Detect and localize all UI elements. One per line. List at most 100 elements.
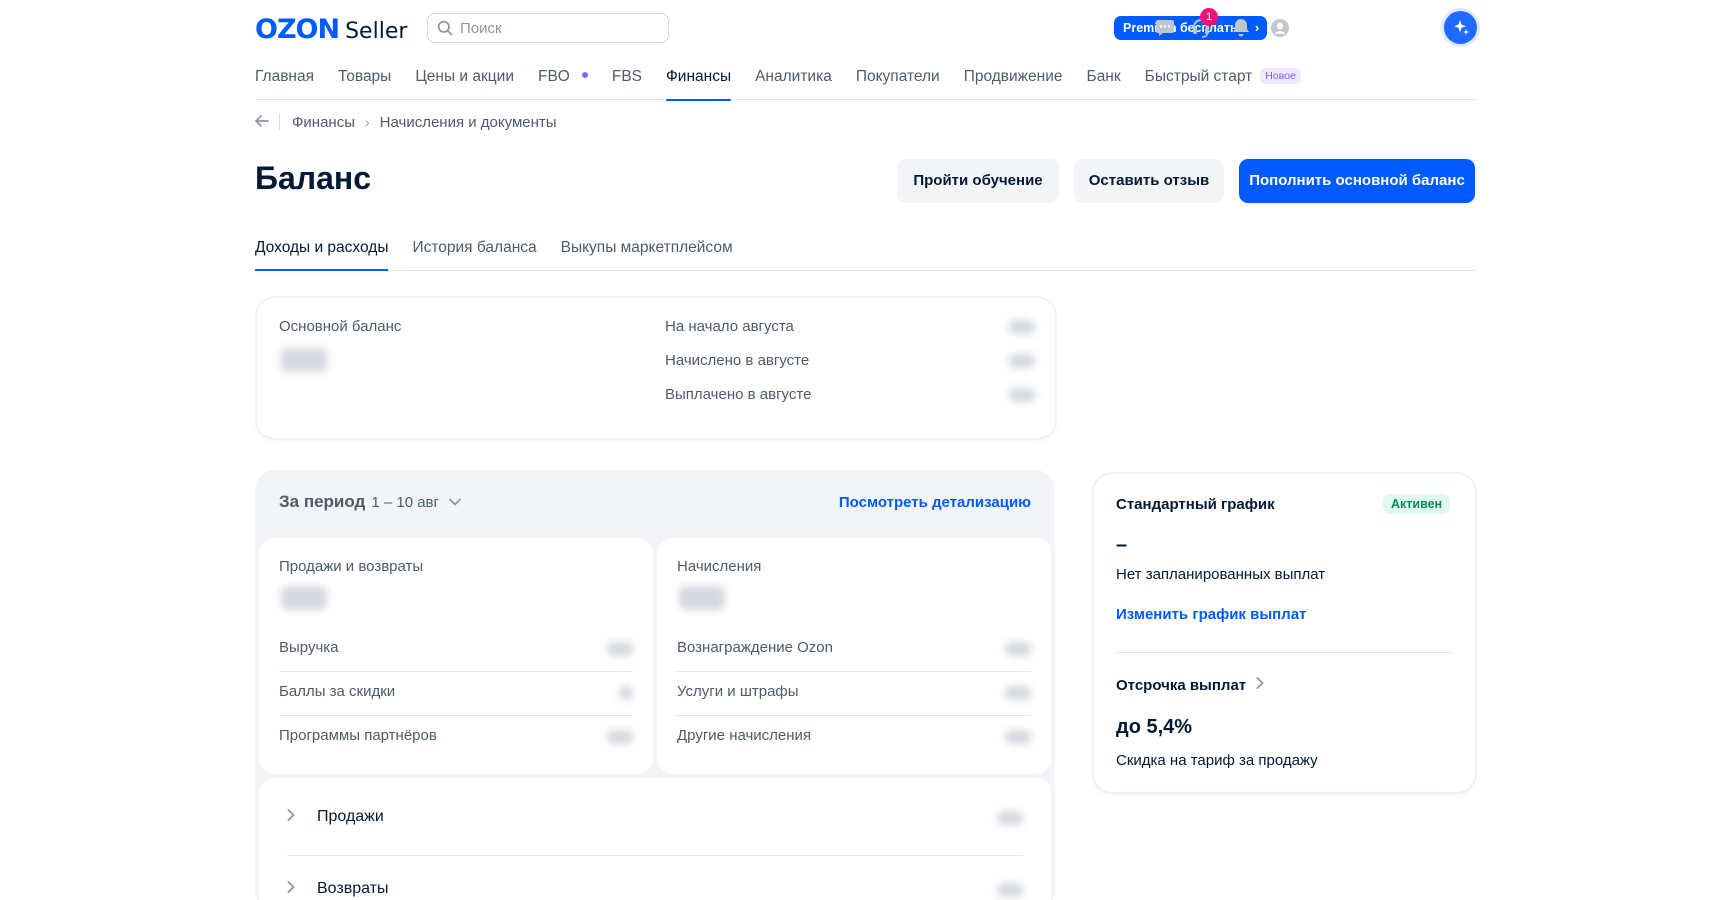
nav-item-bank[interactable]: Банк bbox=[1087, 56, 1121, 100]
profile-icon[interactable] bbox=[1268, 16, 1292, 40]
breadcrumb: Финансы › Начисления и документы bbox=[255, 112, 557, 132]
search-icon bbox=[436, 19, 454, 37]
learn-button[interactable]: Пройти обучение bbox=[897, 159, 1059, 203]
balance-paid-label: Выплачено в августе bbox=[665, 386, 812, 403]
ai-assistant-icon[interactable] bbox=[1444, 11, 1477, 44]
group-row-returns[interactable]: Возвраты bbox=[287, 856, 1023, 900]
nav-item-fbo[interactable]: FBO bbox=[538, 56, 588, 100]
sales-row-label: Программы партнёров bbox=[279, 727, 437, 744]
period-selector[interactable]: За период 1 – 10 авг bbox=[279, 492, 461, 512]
group-value-hidden bbox=[997, 811, 1023, 825]
view-details-link[interactable]: Посмотреть детализацию bbox=[839, 494, 1031, 511]
period-panel: За период 1 – 10 авг Посмотреть детализа… bbox=[255, 470, 1055, 900]
nav-label: Цены и акции bbox=[415, 68, 514, 85]
nav-label: Банк bbox=[1086, 68, 1121, 85]
new-badge: Новое bbox=[1260, 67, 1301, 84]
deferral-link[interactable]: Отсрочка выплат bbox=[1116, 676, 1264, 694]
period-label: За период bbox=[279, 492, 366, 511]
breadcrumb-accruals[interactable]: Начисления и документы bbox=[380, 114, 557, 131]
nav-item-quick-start[interactable]: Быстрый старт Новое bbox=[1145, 56, 1301, 100]
page-title: Баланс bbox=[255, 160, 372, 196]
group-label: Продажи bbox=[317, 808, 384, 825]
accruals-row-label: Другие начисления bbox=[677, 727, 812, 744]
nav-label: Товары bbox=[338, 68, 392, 85]
nav-item-prices[interactable]: Цены и акции bbox=[415, 56, 514, 100]
nav-item-customers[interactable]: Покупатели bbox=[856, 56, 940, 100]
nav-label: Финансы bbox=[666, 68, 732, 85]
sales-row-value-hidden bbox=[607, 730, 633, 744]
sales-row: Баллы за скидки bbox=[279, 672, 633, 716]
schedule-title: Стандартный график bbox=[1116, 496, 1275, 513]
balance-start-value-hidden bbox=[1009, 320, 1035, 334]
nav-item-fbs[interactable]: FBS bbox=[612, 56, 642, 100]
nav-label: FBO bbox=[537, 68, 570, 85]
balance-card: Основной баланс На начало августа Начисл… bbox=[257, 298, 1055, 438]
header: OZON Seller Premium бесплатно › 1 bbox=[255, 0, 1477, 56]
support-icon[interactable]: 1 bbox=[1189, 8, 1218, 40]
deferral-title: Отсрочка выплат bbox=[1116, 676, 1247, 694]
schedule-dash: – bbox=[1116, 534, 1128, 556]
feedback-button[interactable]: Оставить отзыв bbox=[1074, 159, 1224, 203]
page: OZON Seller Premium бесплатно › 1 bbox=[255, 0, 1477, 900]
ozon-seller-logo[interactable]: OZON Seller bbox=[255, 14, 407, 45]
no-payments-text: Нет запланированных выплат bbox=[1116, 566, 1326, 583]
period-range: 1 – 10 авг bbox=[371, 493, 439, 511]
sales-row-label: Баллы за скидки bbox=[279, 683, 396, 700]
accruals-row: Вознаграждение Ozon bbox=[677, 628, 1031, 672]
tab-marketplace-buyouts[interactable]: Выкупы маркетплейсом bbox=[561, 236, 733, 270]
logo-seller: Seller bbox=[345, 19, 408, 44]
nav-label: Быстрый старт bbox=[1144, 68, 1253, 85]
group-row-sales[interactable]: Продажи bbox=[287, 784, 1023, 856]
accruals-row: Другие начисления bbox=[677, 716, 1031, 760]
sales-row-value-hidden bbox=[619, 686, 633, 700]
bell-icon[interactable] bbox=[1229, 16, 1253, 40]
nav-item-finance[interactable]: Финансы bbox=[666, 56, 732, 101]
chat-icon[interactable] bbox=[1153, 16, 1177, 40]
chevron-down-icon bbox=[449, 493, 461, 511]
change-schedule-link[interactable]: Изменить график выплат bbox=[1116, 606, 1306, 623]
deferral-description: Скидка на тариф за продажу bbox=[1116, 752, 1318, 769]
topup-balance-button[interactable]: Пополнить основной баланс bbox=[1239, 159, 1475, 203]
groups-card: Продажи Возвраты bbox=[259, 778, 1051, 900]
chevron-right-icon: › bbox=[364, 114, 370, 130]
tab-balance-history[interactable]: История баланса bbox=[412, 236, 536, 270]
sales-returns-card: Продажи и возвраты Выручка Баллы за скид… bbox=[259, 538, 653, 774]
chevron-right-icon bbox=[287, 808, 295, 826]
nav-item-home[interactable]: Главная bbox=[255, 56, 314, 100]
sales-returns-value-hidden bbox=[281, 586, 327, 610]
group-label: Возвраты bbox=[317, 880, 389, 897]
accruals-title: Начисления bbox=[677, 558, 762, 575]
chevron-right-icon bbox=[1256, 676, 1264, 694]
divider bbox=[1116, 652, 1453, 653]
sales-returns-title: Продажи и возвраты bbox=[279, 558, 424, 575]
breadcrumb-finance[interactable]: Финансы bbox=[292, 114, 355, 131]
search-box[interactable] bbox=[427, 13, 669, 43]
accruals-row-value-hidden bbox=[1005, 730, 1031, 744]
balance-tabs: Доходы и расходы История баланса Выкупы … bbox=[255, 236, 1475, 271]
sales-row-value-hidden bbox=[607, 642, 633, 656]
accruals-row: Услуги и штрафы bbox=[677, 672, 1031, 716]
search-input[interactable] bbox=[460, 19, 660, 37]
back-arrow-icon[interactable] bbox=[255, 114, 269, 131]
tab-income-expenses[interactable]: Доходы и расходы bbox=[255, 236, 389, 271]
logo-ozon: OZON bbox=[255, 14, 340, 45]
nav-label: Покупатели bbox=[855, 68, 940, 85]
nav-item-analytics[interactable]: Аналитика bbox=[755, 56, 832, 100]
nav-item-products[interactable]: Товары bbox=[338, 56, 391, 100]
sales-row: Выручка bbox=[279, 628, 633, 672]
accruals-row-label: Услуги и штрафы bbox=[677, 683, 799, 700]
payout-schedule-card: Стандартный график Активен – Нет заплани… bbox=[1094, 474, 1475, 792]
chevron-right-icon: › bbox=[1254, 20, 1260, 35]
support-badge: 1 bbox=[1200, 8, 1218, 26]
accruals-row-label: Вознаграждение Ozon bbox=[677, 639, 833, 656]
accruals-row-value-hidden bbox=[1005, 686, 1031, 700]
sales-row: Программы партнёров bbox=[279, 716, 633, 760]
status-badge: Активен bbox=[1383, 494, 1451, 514]
premium-label: Premium бесплатно bbox=[1123, 21, 1246, 35]
nav-item-promotion[interactable]: Продвижение bbox=[964, 56, 1063, 100]
accruals-card: Начисления Вознаграждение Ozon Услуги и … bbox=[657, 538, 1051, 774]
balance-accrued-label: Начислено в августе bbox=[665, 352, 810, 369]
balance-paid-value-hidden bbox=[1009, 388, 1035, 402]
nav-label: FBS bbox=[611, 68, 643, 85]
chevron-right-icon bbox=[287, 880, 295, 898]
